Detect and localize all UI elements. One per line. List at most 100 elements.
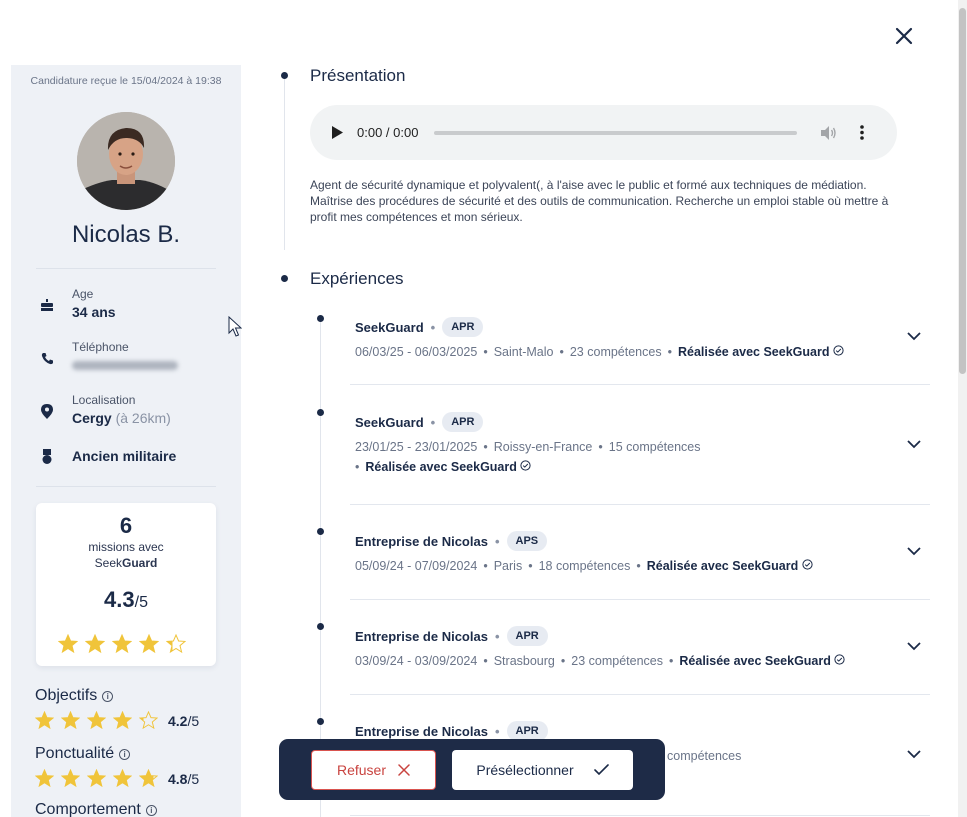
- audio-progress-bar[interactable]: [434, 130, 798, 135]
- star-icon: [113, 769, 132, 788]
- close-icon: [398, 763, 410, 776]
- presentation-title: Présentation: [310, 66, 406, 85]
- close-button[interactable]: [890, 22, 918, 50]
- rating-denominator: /5: [134, 594, 148, 611]
- refuse-label: Refuser: [336, 761, 387, 778]
- star-icon: [35, 711, 54, 730]
- candidate-name: Nicolas B.: [71, 221, 181, 248]
- cake-icon: [37, 295, 57, 315]
- experience-item[interactable]: SeekGuard • APR 23/01/25 - 23/01/2025 • Rois…: [350, 412, 930, 505]
- star-icon: [139, 769, 158, 788]
- scrollbar[interactable]: [958, 0, 967, 817]
- star-icon: [61, 769, 80, 788]
- star-icon: [87, 769, 106, 788]
- check-circle-icon: [834, 654, 845, 665]
- audio-player: 0:00 / 0:00: [310, 105, 897, 160]
- info-icon[interactable]: i: [102, 690, 114, 702]
- mouse-cursor-icon: [228, 316, 242, 337]
- check-circle-icon: [520, 460, 531, 471]
- action-bar: Refuser Présélectionner: [279, 739, 665, 800]
- star-icon: [166, 634, 186, 654]
- criterion-score: 4.2/5: [168, 712, 200, 729]
- brand-prefix: Seek: [94, 556, 122, 570]
- experience-item[interactable]: Entreprise de Nicolas • APR 03/09/24 - 03/…: [350, 626, 930, 695]
- experience-city: Strasbourg: [493, 654, 555, 668]
- preselect-label: Présélectionner: [476, 761, 574, 778]
- experience-realised: Réalisée avec SeekGuard: [365, 460, 517, 474]
- experience-dates: 05/09/24 - 07/09/2024: [355, 559, 478, 573]
- brand-name: SeekGuard: [36, 555, 216, 571]
- close-icon: [895, 27, 913, 45]
- presentation-text: Agent de sécurité dynamique et polyvalen…: [310, 178, 889, 224]
- experience-item[interactable]: Entreprise de Nicolas • APS 05/09/24 - 07/…: [350, 531, 930, 600]
- experience-skills: 15 compétences: [608, 440, 701, 454]
- experience-company: SeekGuard: [355, 414, 424, 430]
- audio-time: 0:00 / 0:00: [357, 125, 419, 140]
- experience-skills: compétences: [667, 749, 742, 763]
- location-info: Localisation Cergy (à 26km): [37, 393, 171, 426]
- experience-item[interactable]: SeekGuard • APR 06/03/25 - 06/03/2025 • Sain…: [350, 317, 930, 385]
- experience-city: Paris: [493, 559, 523, 573]
- experience-dates: 06/03/25 - 06/03/2025: [355, 345, 478, 359]
- experience-tag: APR: [506, 626, 548, 646]
- chevron-down-icon[interactable]: [907, 332, 921, 341]
- criterion-comportement: Comportement i: [35, 801, 235, 817]
- check-circle-icon: [802, 559, 813, 570]
- timeline-dot: [281, 275, 288, 282]
- chevron-down-icon[interactable]: [907, 547, 921, 556]
- chevron-down-icon[interactable]: [907, 440, 921, 449]
- volume-icon[interactable]: [821, 125, 837, 140]
- chevron-down-icon[interactable]: [907, 642, 921, 651]
- info-icon[interactable]: i: [145, 804, 157, 816]
- star-icon: [85, 634, 105, 654]
- experience-skills: 23 compétences: [571, 654, 663, 668]
- experience-company: SeekGuard: [355, 319, 424, 335]
- star-icon: [139, 711, 158, 730]
- experience-company: Entreprise de Nicolas: [355, 628, 488, 644]
- experience-realised: Réalisée avec SeekGuard: [679, 654, 831, 668]
- brand-suffix: Guard: [122, 556, 158, 570]
- phone-value-blurred: [72, 361, 178, 370]
- military-info: Ancien militaire: [37, 446, 176, 467]
- criterion-score: 4.8/5: [168, 770, 200, 787]
- experience-dot: [317, 528, 324, 535]
- checkmark-icon: [593, 764, 609, 775]
- preselect-button[interactable]: Présélectionner: [452, 749, 633, 790]
- timeline-dot: [281, 72, 288, 79]
- star-icon: [35, 769, 54, 788]
- refuse-button[interactable]: Refuser: [311, 749, 436, 790]
- received-date: Candidature reçue le 15/04/2024 à 19:38: [30, 75, 222, 87]
- military-status: Ancien militaire: [72, 448, 177, 464]
- overall-rating: 4.3/5: [36, 587, 216, 613]
- experience-skills: 23 compétences: [569, 345, 662, 359]
- star-icon: [112, 634, 132, 654]
- info-icon[interactable]: i: [119, 748, 131, 760]
- experience-realised: Réalisée avec SeekGuard: [677, 345, 830, 359]
- experience-city: Saint-Malo: [493, 345, 554, 359]
- experience-tag: APR: [506, 721, 548, 741]
- divider: [36, 268, 216, 269]
- experience-realised: Réalisée avec SeekGuard: [646, 559, 799, 573]
- age-value: 34 ans: [72, 304, 116, 320]
- experience-tag: APR: [442, 317, 484, 337]
- experience-tag: APS: [506, 531, 548, 551]
- play-icon[interactable]: [332, 126, 343, 139]
- experience-dates: 23/01/25 - 23/01/2025: [355, 440, 478, 454]
- experience-skills: 18 compétences: [538, 559, 631, 573]
- location-label: Localisation: [72, 393, 136, 407]
- scrollbar-thumb[interactable]: [959, 8, 966, 374]
- criterion-ponctualite: Ponctualité i 4.8/5: [35, 745, 235, 788]
- experience-company: Entreprise de Nicolas: [355, 723, 488, 739]
- missions-text: missions avec: [88, 540, 164, 554]
- phone-info: Téléphone: [37, 340, 178, 370]
- experiences-title: Expériences: [310, 269, 404, 288]
- experience-dot: [317, 315, 324, 322]
- more-options-icon[interactable]: [860, 125, 865, 140]
- chevron-down-icon[interactable]: [907, 750, 921, 759]
- missions-card: 6 missions avec SeekGuard 4.3/5: [36, 503, 216, 666]
- divider: [36, 486, 216, 487]
- criterion-title: Comportement: [35, 801, 141, 817]
- timeline-line: [284, 78, 285, 250]
- experience-dot: [317, 718, 324, 725]
- avatar: [77, 112, 175, 210]
